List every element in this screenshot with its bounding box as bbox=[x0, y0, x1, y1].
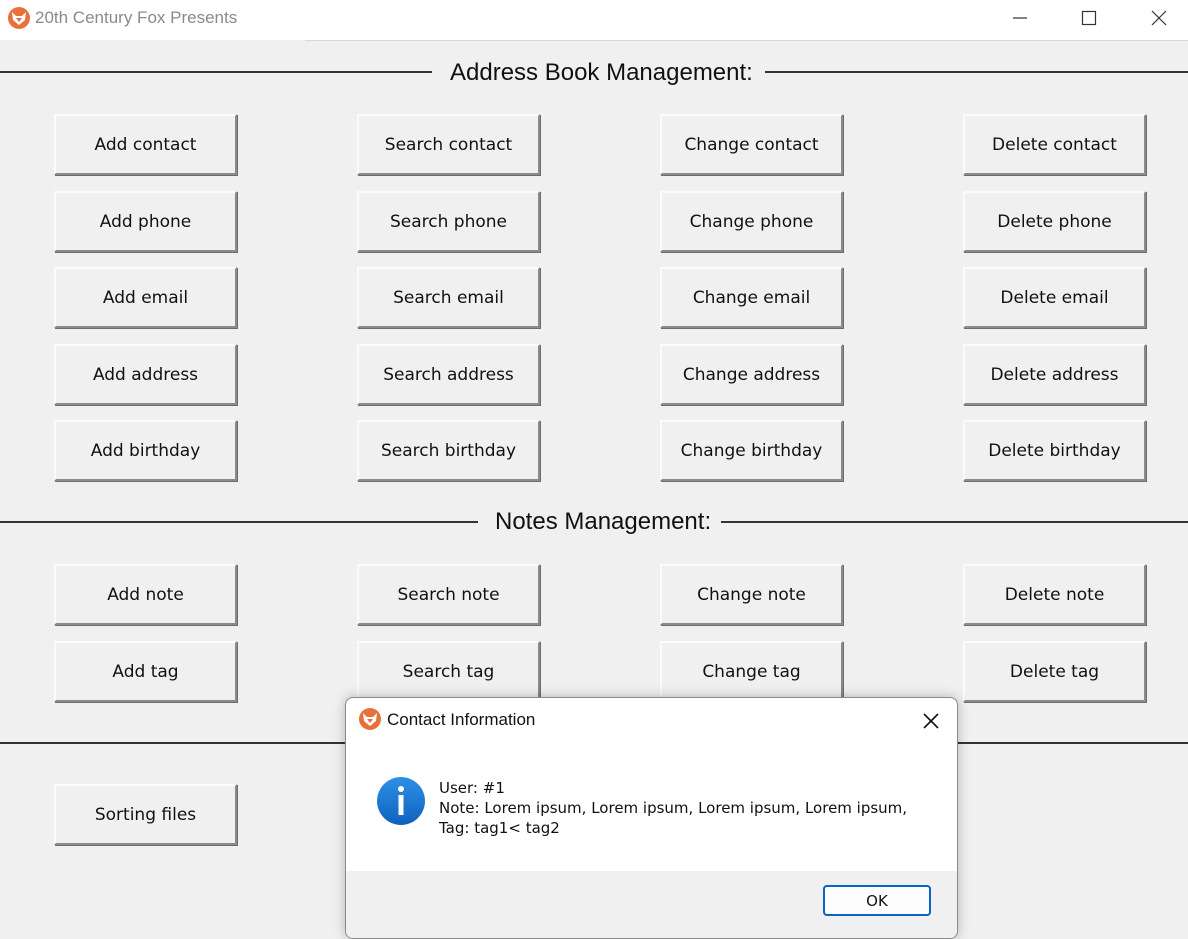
change-contact-button[interactable]: Change contact bbox=[660, 114, 843, 175]
search-note-button[interactable]: Search note bbox=[357, 564, 540, 625]
add-email-button[interactable]: Add email bbox=[54, 267, 237, 328]
message-line-note: Note: Lorem ipsum, Lorem ipsum, Lorem ip… bbox=[439, 799, 908, 817]
close-icon bbox=[923, 713, 939, 729]
ok-button[interactable]: OK bbox=[823, 885, 931, 916]
message-line-tag: Tag: tag1< tag2 bbox=[439, 819, 560, 837]
notes-title: Notes Management: bbox=[495, 508, 712, 535]
dialog-close-button[interactable] bbox=[919, 709, 943, 733]
section-divider bbox=[0, 71, 432, 73]
change-address-button[interactable]: Change address bbox=[660, 344, 843, 405]
change-phone-button[interactable]: Change phone bbox=[660, 191, 843, 252]
dialog-title: Contact Information bbox=[387, 710, 536, 729]
delete-address-button[interactable]: Delete address bbox=[963, 344, 1146, 405]
title-bar: 20th Century Fox Presents bbox=[0, 0, 1188, 40]
window-title: 20th Century Fox Presents bbox=[35, 8, 238, 27]
delete-tag-button[interactable]: Delete tag bbox=[963, 641, 1146, 702]
change-note-button[interactable]: Change note bbox=[660, 564, 843, 625]
delete-phone-button[interactable]: Delete phone bbox=[963, 191, 1146, 252]
delete-contact-button[interactable]: Delete contact bbox=[963, 114, 1146, 175]
title-bar-divider bbox=[305, 40, 1188, 41]
add-contact-button[interactable]: Add contact bbox=[54, 114, 237, 175]
search-contact-button[interactable]: Search contact bbox=[357, 114, 540, 175]
add-address-button[interactable]: Add address bbox=[54, 344, 237, 405]
dialog-message: User: #1 Note: Lorem ipsum, Lorem ipsum,… bbox=[439, 778, 907, 838]
minimize-button[interactable] bbox=[990, 0, 1050, 36]
search-phone-button[interactable]: Search phone bbox=[357, 191, 540, 252]
maximize-icon bbox=[1081, 10, 1097, 26]
section-divider bbox=[765, 71, 1188, 73]
maximize-button[interactable] bbox=[1059, 0, 1119, 36]
change-email-button[interactable]: Change email bbox=[660, 267, 843, 328]
search-email-button[interactable]: Search email bbox=[357, 267, 540, 328]
search-address-button[interactable]: Search address bbox=[357, 344, 540, 405]
add-phone-button[interactable]: Add phone bbox=[54, 191, 237, 252]
close-icon bbox=[1151, 10, 1167, 26]
fox-logo-icon bbox=[359, 708, 381, 730]
add-tag-button[interactable]: Add tag bbox=[54, 641, 237, 702]
add-birthday-button[interactable]: Add birthday bbox=[54, 420, 237, 481]
contact-info-dialog: Contact Information User: #1 Note: Lorem… bbox=[345, 697, 958, 939]
info-icon bbox=[377, 777, 425, 825]
delete-email-button[interactable]: Delete email bbox=[963, 267, 1146, 328]
change-tag-button[interactable]: Change tag bbox=[660, 641, 843, 702]
dialog-footer: OK bbox=[346, 871, 957, 938]
section-divider bbox=[721, 521, 1188, 523]
fox-logo-icon bbox=[8, 7, 30, 29]
sorting-files-button[interactable]: Sorting files bbox=[54, 784, 237, 845]
message-line-user: User: #1 bbox=[439, 779, 505, 797]
add-note-button[interactable]: Add note bbox=[54, 564, 237, 625]
delete-note-button[interactable]: Delete note bbox=[963, 564, 1146, 625]
close-button[interactable] bbox=[1129, 0, 1188, 36]
section-divider bbox=[0, 521, 478, 523]
search-tag-button[interactable]: Search tag bbox=[357, 641, 540, 702]
minimize-icon bbox=[1013, 17, 1027, 19]
search-birthday-button[interactable]: Search birthday bbox=[357, 420, 540, 481]
change-birthday-button[interactable]: Change birthday bbox=[660, 420, 843, 481]
address-book-title: Address Book Management: bbox=[450, 59, 753, 86]
delete-birthday-button[interactable]: Delete birthday bbox=[963, 420, 1146, 481]
